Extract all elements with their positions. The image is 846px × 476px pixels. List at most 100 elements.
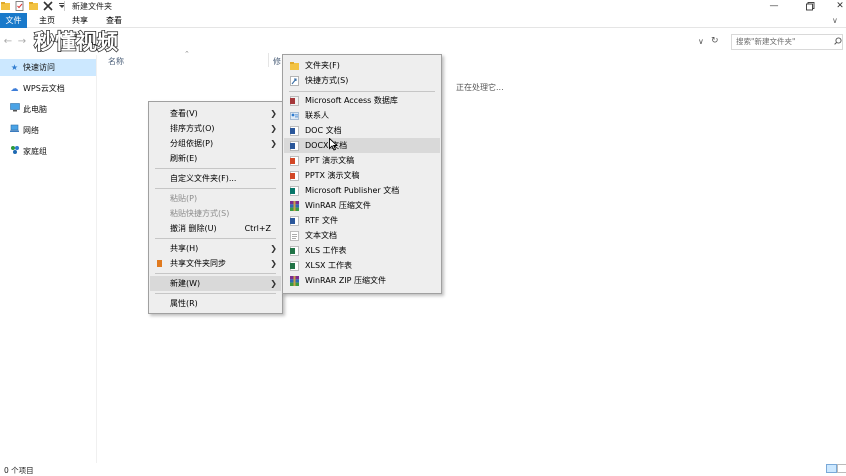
chevron-right-icon: ❯ (270, 244, 277, 253)
menu-item-customize-folder[interactable]: 自定义文件夹(F)... (150, 171, 281, 186)
winrar-zip-icon (290, 276, 299, 286)
tab-view[interactable]: 查看 (100, 13, 128, 28)
folder-icon (290, 61, 299, 71)
submenu-item-doc[interactable]: DOC 文档 (284, 123, 440, 138)
chevron-right-icon: ❯ (270, 279, 277, 288)
large-icons-view-icon[interactable] (837, 464, 846, 473)
nav-item-quick-access[interactable]: ★ 快速访问 (0, 59, 96, 76)
rtf-icon (290, 216, 299, 226)
folder-icon (1, 1, 11, 11)
delete-icon[interactable] (43, 1, 53, 11)
ppt-icon (290, 156, 299, 166)
ribbon-expand-icon[interactable]: ∨ (832, 16, 838, 25)
properties-icon[interactable] (15, 1, 25, 11)
watermark-text: 秒懂视频 (34, 30, 118, 54)
network-icon (9, 122, 20, 139)
menu-item-group-by[interactable]: 分组依据(P) ❯ (150, 136, 281, 151)
ribbon-tabs: 文件 主页 共享 查看 ∨ (0, 13, 846, 28)
menu-separator (155, 238, 276, 239)
column-divider (268, 53, 269, 67)
new-folder-icon[interactable] (29, 1, 39, 11)
details-view-icon[interactable] (826, 464, 837, 473)
chevron-right-icon: ❯ (270, 259, 277, 268)
menu-item-paste-shortcut: 粘贴快捷方式(S) (170, 209, 230, 218)
submenu-item-ppt[interactable]: PPT 演示文稿 (284, 153, 440, 168)
submenu-item-folder[interactable]: 文件夹(F) (284, 58, 440, 73)
chevron-right-icon: ❯ (270, 124, 277, 133)
search-input[interactable]: 搜索"新建文件夹" (731, 34, 843, 50)
navigation-pane: ★ 快速访问 ☁ WPS云文档 此电脑 网络 家庭组 (0, 55, 97, 463)
submenu-item-shortcut[interactable]: 快捷方式(S) (284, 73, 440, 88)
status-bar: 0 个项目 (0, 463, 846, 475)
submenu-item-rtf[interactable]: RTF 文件 (284, 213, 440, 228)
minimize-icon[interactable]: — (760, 0, 788, 12)
tab-share[interactable]: 共享 (66, 13, 94, 28)
nav-item-this-pc[interactable]: 此电脑 (0, 101, 96, 118)
doc-icon (290, 126, 299, 136)
column-header-name[interactable]: 名称 (108, 56, 124, 67)
submenu-item-publisher[interactable]: Microsoft Publisher 文档 (284, 183, 440, 198)
access-icon (290, 96, 299, 106)
cloud-icon: ☁ (10, 84, 19, 93)
menu-item-undo-delete[interactable]: 撤消 删除(U) Ctrl+Z (150, 221, 281, 236)
xls-icon (290, 246, 299, 256)
text-doc-icon (290, 231, 299, 241)
refresh-icon[interactable]: ↻ (711, 36, 719, 46)
menu-separator (289, 91, 435, 92)
menu-item-refresh[interactable]: 刷新(E) (150, 151, 281, 166)
menu-item-share[interactable]: 共享(H) ❯ (150, 241, 281, 256)
tab-file[interactable]: 文件 (0, 13, 27, 28)
chevron-down-icon[interactable]: ∨ (698, 37, 704, 46)
restore-icon[interactable] (796, 0, 824, 12)
menu-separator (155, 168, 276, 169)
submenu-item-docx[interactable]: DOCX 文档 (284, 138, 440, 153)
window-title: 新建文件夹 (72, 2, 112, 11)
menu-item-view[interactable]: 查看(V) ❯ (150, 106, 281, 121)
processing-text: 正在处理它... (456, 83, 504, 92)
submenu-item-pptx[interactable]: PPTX 演示文稿 (284, 168, 440, 183)
menu-item-sort-by[interactable]: 排序方式(O) ❯ (150, 121, 281, 136)
menu-item-paste: 粘贴(P) (170, 194, 198, 203)
menu-item-shared-folder-sync[interactable]: 共享文件夹同步 ❯ (150, 256, 281, 271)
chevron-right-icon: ❯ (270, 139, 277, 148)
customize-toolbar-icon[interactable] (57, 1, 67, 11)
winrar-icon (290, 201, 299, 211)
nav-item-network[interactable]: 网络 (0, 122, 96, 139)
menu-separator (155, 293, 276, 294)
tab-home[interactable]: 主页 (33, 13, 61, 28)
search-icon (834, 37, 842, 47)
mouse-cursor-icon (329, 137, 339, 153)
address-bar[interactable] (150, 34, 722, 50)
watermark-logo: 秒懂视频 (32, 27, 157, 55)
nav-item-wps-cloud[interactable]: ☁ WPS云文档 (0, 80, 96, 97)
computer-icon (9, 101, 20, 118)
submenu-item-contact[interactable]: 联系人 (284, 108, 440, 123)
shortcut-icon (290, 76, 299, 86)
sort-up-icon: ⌃ (184, 50, 190, 58)
docx-icon (290, 141, 299, 151)
pptx-icon (290, 171, 299, 181)
back-icon[interactable]: ← (2, 35, 14, 49)
divider (64, 1, 65, 11)
context-menu: 查看(V) ❯ 排序方式(O) ❯ 分组依据(P) ❯ 刷新(E) 自定义文件夹(F)… (148, 101, 283, 314)
title-bar: 新建文件夹 — ✕ (0, 0, 846, 13)
sync-icon (157, 260, 162, 267)
homegroup-icon (9, 143, 20, 160)
submenu-item-xls[interactable]: XLS 工作表 (284, 243, 440, 258)
nav-item-homegroup[interactable]: 家庭组 (0, 143, 96, 160)
menu-separator (155, 188, 276, 189)
submenu-item-xlsx[interactable]: XLSX 工作表 (284, 258, 440, 273)
submenu-item-winrar-zip[interactable]: WinRAR ZIP 压缩文件 (284, 273, 440, 288)
column-header-modified[interactable]: 修 (273, 56, 281, 67)
chevron-right-icon: ❯ (270, 109, 277, 118)
menu-separator (155, 273, 276, 274)
forward-icon[interactable]: → (16, 35, 28, 49)
submenu-item-winrar[interactable]: WinRAR 压缩文件 (284, 198, 440, 213)
close-icon[interactable]: ✕ (826, 0, 846, 12)
submenu-item-text-document[interactable]: 文本文档 (284, 228, 440, 243)
submenu-item-access[interactable]: Microsoft Access 数据库 (284, 93, 440, 108)
menu-item-properties[interactable]: 属性(R) (150, 296, 281, 311)
contact-icon (290, 111, 299, 121)
star-icon: ★ (10, 63, 19, 72)
menu-item-new[interactable]: 新建(W) ❯ (150, 276, 281, 291)
